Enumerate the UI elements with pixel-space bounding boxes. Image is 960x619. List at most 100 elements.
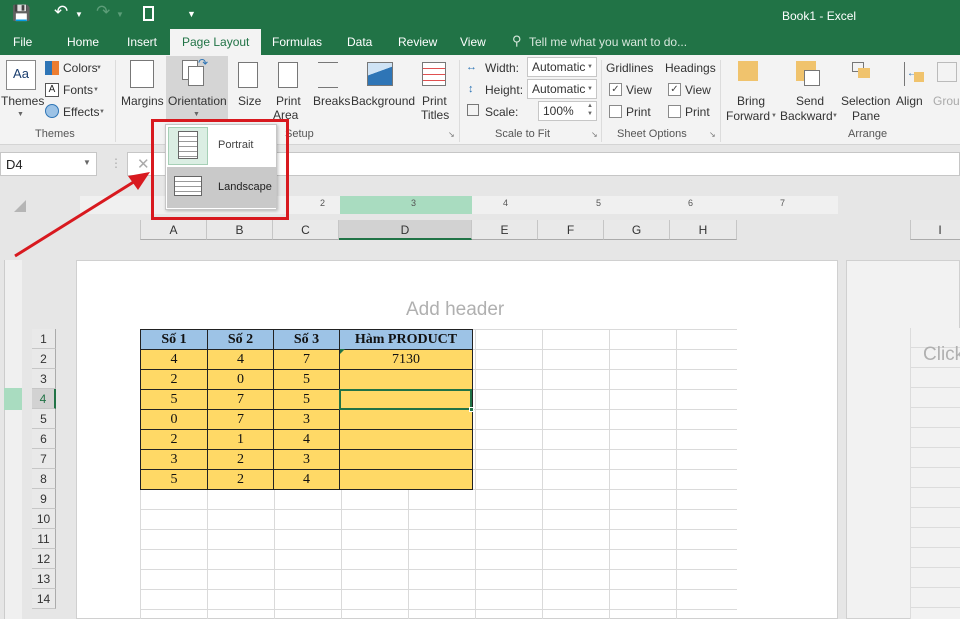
row-header-4[interactable]: 4 bbox=[32, 389, 56, 409]
undo-icon[interactable]: ↶ bbox=[54, 2, 68, 22]
scale-spinner-icon[interactable]: ▲ ▼ bbox=[587, 102, 593, 118]
table-cell[interactable]: 7 bbox=[207, 389, 274, 410]
fill-handle[interactable] bbox=[469, 407, 474, 412]
column-header-b[interactable]: B bbox=[207, 220, 273, 240]
row-header-11[interactable]: 11 bbox=[32, 529, 56, 549]
table-cell[interactable]: 7 bbox=[207, 409, 274, 430]
bring-forward-icon bbox=[738, 61, 758, 81]
tab-formulas[interactable]: Formulas bbox=[272, 35, 322, 49]
table-cell[interactable]: 7130 bbox=[339, 349, 473, 370]
row-header-3[interactable]: 3 bbox=[32, 369, 56, 389]
column-header-c[interactable]: C bbox=[273, 220, 339, 240]
table-cell[interactable]: 4 bbox=[273, 429, 340, 450]
table-cell[interactable] bbox=[339, 469, 473, 490]
table-cell[interactable]: 4 bbox=[273, 469, 340, 490]
row-header-13[interactable]: 13 bbox=[32, 569, 56, 589]
table-header-cell[interactable]: Số 3 bbox=[273, 329, 340, 350]
tab-home[interactable]: Home bbox=[67, 35, 99, 49]
gridlines-print-checkbox[interactable] bbox=[609, 105, 622, 118]
table-cell[interactable]: 5 bbox=[140, 389, 208, 410]
table-header-cell[interactable]: Số 2 bbox=[207, 329, 274, 350]
send-backward-button[interactable]: Send bbox=[796, 94, 824, 108]
table-cell[interactable] bbox=[339, 429, 473, 450]
table-cell[interactable]: 4 bbox=[140, 349, 208, 370]
table-header-cell[interactable]: Số 1 bbox=[140, 329, 208, 350]
table-cell[interactable] bbox=[339, 409, 473, 430]
table-cell[interactable]: 2 bbox=[140, 369, 208, 390]
column-header-f[interactable]: F bbox=[538, 220, 604, 240]
table-cell[interactable]: 3 bbox=[273, 449, 340, 470]
table-cell[interactable]: 2 bbox=[207, 449, 274, 470]
effects-button[interactable]: Effects bbox=[63, 105, 99, 119]
customize-qat-icon[interactable]: ▼ bbox=[187, 9, 196, 19]
table-cell[interactable]: 0 bbox=[207, 369, 274, 390]
size-button[interactable]: Size bbox=[238, 94, 261, 108]
table-cell[interactable] bbox=[339, 449, 473, 470]
dialog-launcher-icon[interactable]: ↘ bbox=[448, 130, 455, 139]
margins-button[interactable]: Margins bbox=[121, 94, 164, 108]
row-header-7[interactable]: 7 bbox=[32, 449, 56, 469]
table-cell[interactable]: 3 bbox=[273, 409, 340, 430]
table-cell[interactable]: 5 bbox=[273, 389, 340, 410]
arrange-group-label: Arrange bbox=[848, 128, 888, 140]
table-cell[interactable]: 7 bbox=[273, 349, 340, 370]
selected-cell-d4[interactable] bbox=[339, 389, 472, 410]
add-header-placeholder[interactable]: Add header bbox=[406, 299, 504, 321]
row-header-1[interactable]: 1 bbox=[32, 329, 56, 349]
tab-insert[interactable]: Insert bbox=[127, 35, 157, 49]
row-header-5[interactable]: 5 bbox=[32, 409, 56, 429]
table-cell[interactable]: 5 bbox=[140, 469, 208, 490]
tab-data[interactable]: Data bbox=[347, 35, 372, 49]
headings-print-checkbox[interactable] bbox=[668, 105, 681, 118]
row-header-14[interactable]: 14 bbox=[32, 589, 56, 609]
tab-file[interactable]: File bbox=[13, 35, 32, 49]
row-header-2[interactable]: 2 bbox=[32, 349, 56, 369]
row-header-9[interactable]: 9 bbox=[32, 489, 56, 509]
row-header-10[interactable]: 10 bbox=[32, 509, 56, 529]
headings-view-checkbox[interactable]: ✓ bbox=[668, 83, 681, 96]
column-header-e[interactable]: E bbox=[472, 220, 538, 240]
table-cell[interactable]: 1 bbox=[207, 429, 274, 450]
column-header-i[interactable]: I bbox=[910, 220, 960, 240]
selection-pane-button[interactable]: Selection bbox=[841, 94, 890, 108]
dialog-launcher-icon[interactable]: ↘ bbox=[591, 130, 598, 139]
next-page-header-placeholder[interactable]: Click bbox=[923, 344, 960, 366]
bring-forward-button[interactable]: Bring bbox=[737, 94, 765, 108]
column-header-d[interactable]: D bbox=[339, 220, 472, 240]
undo-dropdown-icon[interactable]: ▼ bbox=[75, 10, 83, 19]
column-header-g[interactable]: G bbox=[604, 220, 670, 240]
table-cell[interactable]: 4 bbox=[207, 349, 274, 370]
table-cell[interactable] bbox=[339, 369, 473, 390]
table-cell[interactable]: 5 bbox=[273, 369, 340, 390]
gridlines-print-label: Print bbox=[626, 105, 651, 119]
tab-page-layout[interactable]: Page Layout bbox=[170, 29, 262, 55]
dialog-launcher-icon[interactable]: ↘ bbox=[709, 130, 716, 139]
table-header-cell[interactable]: Hàm PRODUCT bbox=[339, 329, 473, 350]
separator bbox=[720, 60, 721, 142]
tab-review[interactable]: Review bbox=[398, 35, 437, 49]
breaks-button[interactable]: Breaks bbox=[313, 94, 350, 108]
table-cell[interactable]: 2 bbox=[207, 469, 274, 490]
new-document-icon[interactable] bbox=[143, 6, 154, 21]
colors-button[interactable]: Colors bbox=[63, 61, 98, 75]
height-label: Height: bbox=[485, 83, 524, 97]
table-cell[interactable]: 2 bbox=[140, 429, 208, 450]
save-icon[interactable]: 💾 bbox=[12, 4, 31, 22]
chevron-down-icon: ▼ bbox=[93, 87, 99, 93]
fonts-button[interactable]: Fonts bbox=[63, 83, 93, 97]
table-cell[interactable]: 0 bbox=[140, 409, 208, 430]
background-button[interactable]: Background bbox=[351, 94, 415, 108]
print-area-button[interactable]: Print bbox=[276, 94, 301, 108]
tab-view[interactable]: View bbox=[460, 35, 486, 49]
column-header-h[interactable]: H bbox=[670, 220, 737, 240]
print-titles-button[interactable]: Print bbox=[422, 94, 447, 108]
themes-button[interactable]: Themes bbox=[1, 94, 44, 108]
table-cell[interactable]: 3 bbox=[140, 449, 208, 470]
gridlines-view-checkbox[interactable]: ✓ bbox=[609, 83, 622, 96]
row-header-12[interactable]: 12 bbox=[32, 549, 56, 569]
orientation-button[interactable]: Orientation bbox=[168, 94, 227, 108]
row-header-6[interactable]: 6 bbox=[32, 429, 56, 449]
align-button[interactable]: Align bbox=[896, 94, 923, 108]
row-header-8[interactable]: 8 bbox=[32, 469, 56, 489]
tell-me-search[interactable]: Tell me what you want to do... bbox=[529, 35, 687, 49]
